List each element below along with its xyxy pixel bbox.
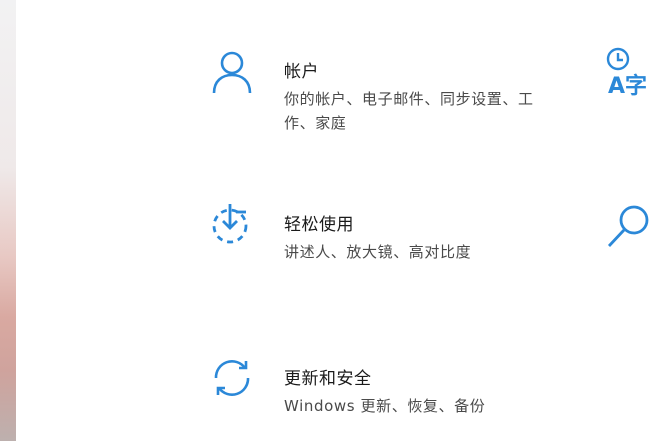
setting-accounts[interactable]: 帐户 你的帐户、电子邮件、同步设置、工作、家庭 [210,49,540,132]
setting-update-security-description: Windows 更新、恢复、备份 [284,397,486,415]
search-icon[interactable] [606,203,650,249]
setting-accounts-title: 帐户 [284,62,319,82]
person-icon [210,49,254,93]
setting-accounts-description: 你的帐户、电子邮件、同步设置、工作、家庭 [284,90,534,132]
setting-update-security[interactable]: 更新和安全 Windows 更新、恢复、备份 [210,356,540,426]
setting-ease-of-access-description: 讲述人、放大镜、高对比度 [284,243,472,261]
setting-ease-of-access-title: 轻松使用 [284,215,354,235]
ease-of-access-icon [210,202,254,246]
settings-window: 帐户 你的帐户、电子邮件、同步设置、工作、家庭 轻松使用 讲述人、放大镜、高对比… [16,0,650,441]
update-sync-icon [210,356,254,400]
desktop-wallpaper-edge [0,0,16,441]
setting-ease-of-access[interactable]: 轻松使用 讲述人、放大镜、高对比度 [210,202,540,272]
setting-update-security-title: 更新和安全 [284,369,372,389]
time-language-icon[interactable]: A字 [606,47,650,99]
time-language-glyph: A字 [608,73,647,99]
